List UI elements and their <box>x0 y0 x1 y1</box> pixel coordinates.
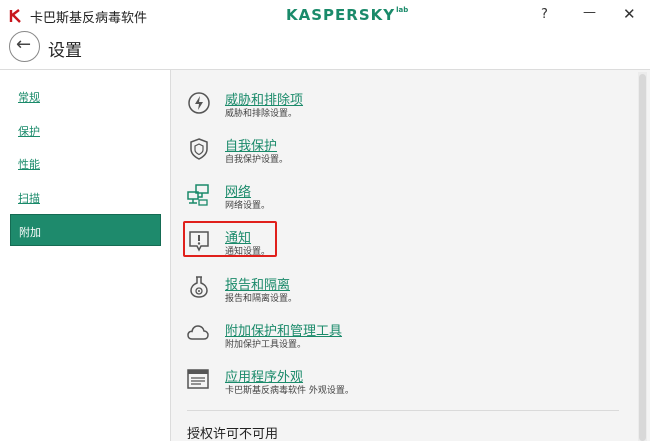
cloud-icon <box>187 325 209 340</box>
item-desc-threats: 威胁和排除设置。 <box>225 109 298 119</box>
window-icon <box>187 369 209 389</box>
section-divider <box>187 410 619 411</box>
close-button[interactable]: ✕ <box>623 5 636 23</box>
network-icon <box>187 184 209 206</box>
sidebar-item-additional[interactable]: 附加 <box>10 214 161 246</box>
app-title: 卡巴斯基反病毒软件 <box>30 11 148 26</box>
scrollbar[interactable] <box>638 72 647 441</box>
sidebar-item-protection[interactable]: 保护 <box>18 123 40 139</box>
help-button[interactable]: ? <box>541 7 548 22</box>
license-status: 授权许可不可用 <box>187 427 279 441</box>
lightning-icon <box>188 92 210 114</box>
sidebar-item-scan[interactable]: 扫描 <box>18 190 40 206</box>
sidebar-item-performance[interactable]: 性能 <box>18 156 40 172</box>
highlight-box <box>183 221 277 257</box>
sidebar-item-general[interactable]: 常规 <box>18 89 40 105</box>
back-arrow-icon: ← <box>16 34 32 55</box>
minimize-button[interactable]: — <box>583 5 596 20</box>
kaspersky-app-icon <box>9 9 21 23</box>
item-desc-reports: 报告和隔离设置。 <box>225 294 298 304</box>
page-title: 设置 <box>48 41 82 61</box>
item-desc-self-protection: 自我保护设置。 <box>225 155 289 165</box>
item-desc-network: 网络设置。 <box>225 201 271 211</box>
flask-icon <box>190 276 208 298</box>
item-desc-appearance: 卡巴斯基反病毒软件 外观设置。 <box>225 386 354 396</box>
sidebar-item-label: 附加 <box>19 226 41 239</box>
scroll-thumb[interactable] <box>639 74 646 441</box>
sidebar: 常规 保护 性能 扫描 附加 <box>0 70 171 441</box>
shield-icon <box>190 138 208 160</box>
title-bar: 卡巴斯基反病毒软件 KASPERSKYlab ? — ✕ <box>0 0 650 32</box>
item-desc-additional-tools: 附加保护工具设置。 <box>225 340 307 350</box>
brand-logo: KASPERSKYlab <box>286 6 409 24</box>
back-button[interactable]: ← <box>9 31 40 62</box>
